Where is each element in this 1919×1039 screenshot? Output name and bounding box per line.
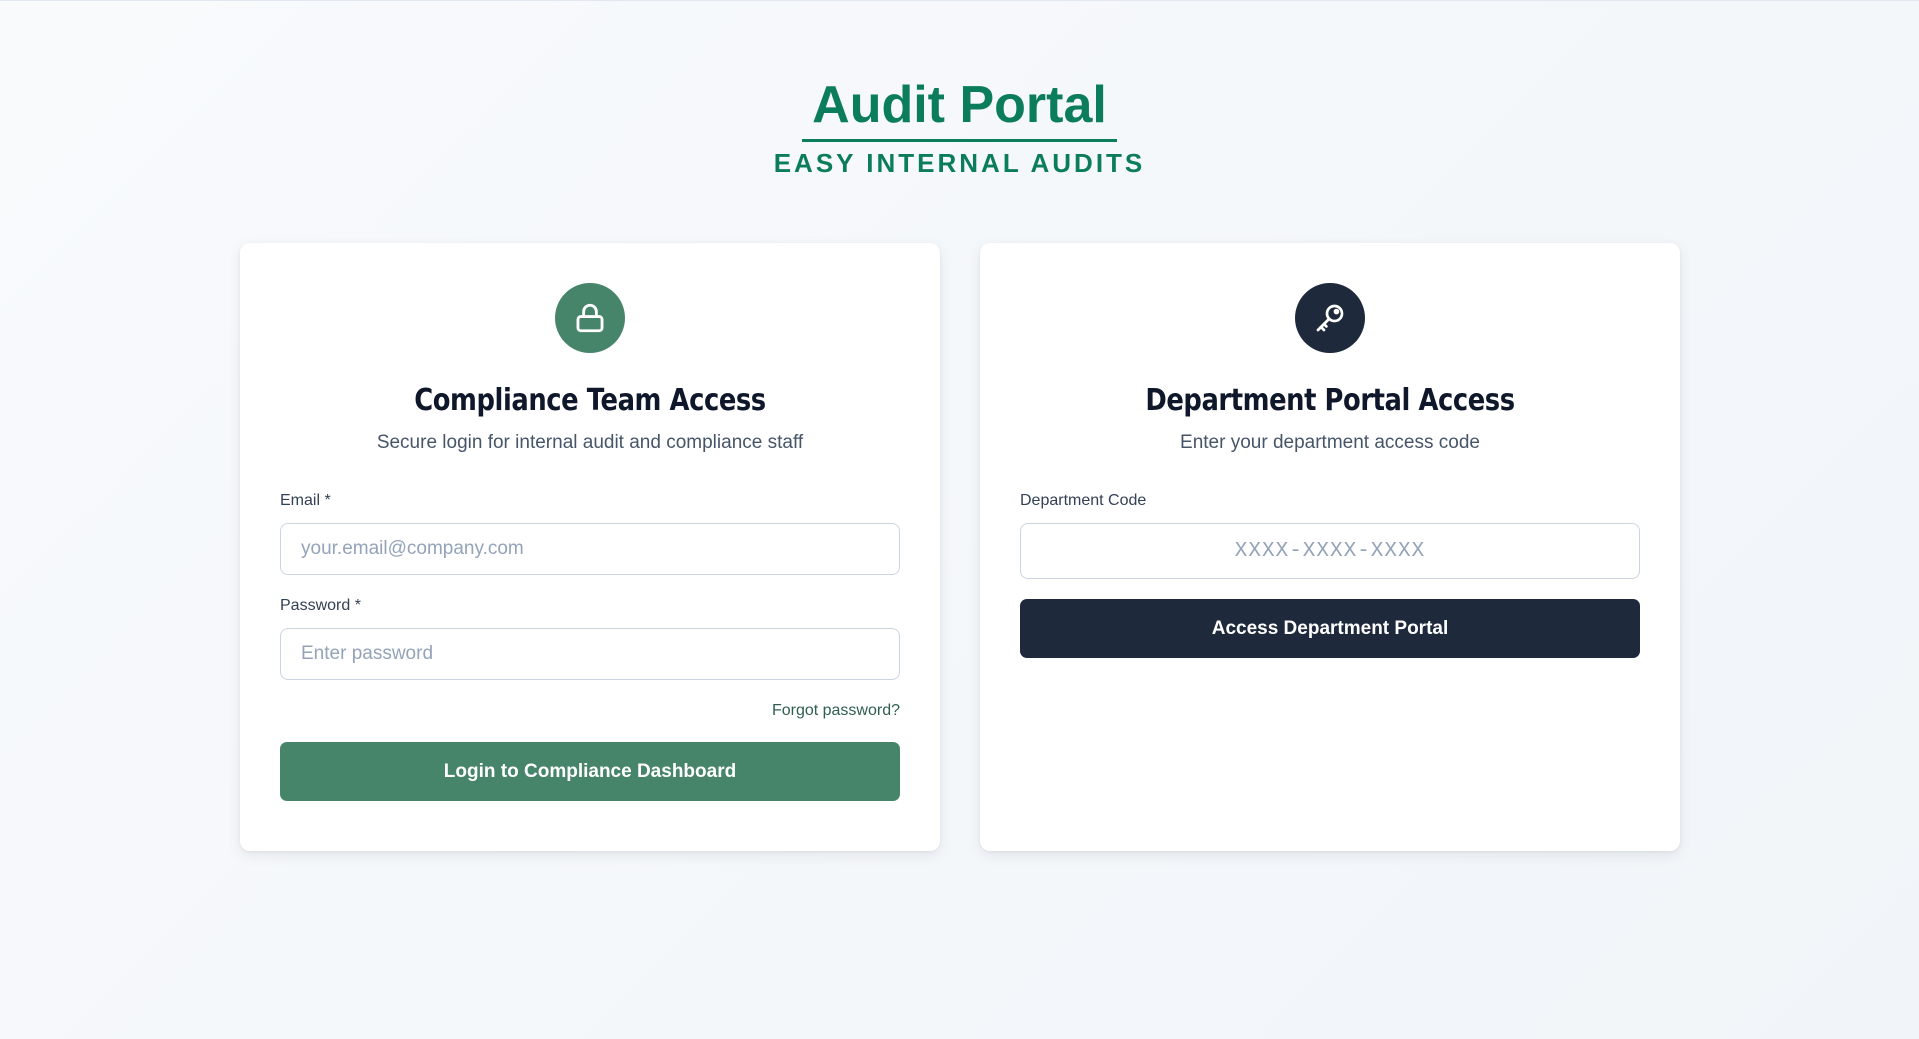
forgot-password-link[interactable]: Forgot password? xyxy=(772,702,900,719)
brand-header: Audit Portal EASY INTERNAL AUDITS xyxy=(0,75,1919,179)
department-code-label: Department Code xyxy=(1020,492,1147,509)
password-label: Password * xyxy=(280,597,361,614)
department-card-description: Enter your department access code xyxy=(1180,432,1480,453)
access-department-button[interactable]: Access Department Portal xyxy=(1020,599,1640,658)
department-access-card: Department Portal Access Enter your depa… xyxy=(980,243,1680,851)
department-card-title: Department Portal Access xyxy=(1145,383,1515,418)
app-tagline: EASY INTERNAL AUDITS xyxy=(773,148,1146,178)
department-code-field[interactable] xyxy=(1020,523,1640,579)
forgot-password-row: Forgot password? xyxy=(280,702,900,720)
app-title: Audit Portal xyxy=(802,75,1117,142)
compliance-card-title: Compliance Team Access xyxy=(414,383,766,418)
email-label: Email * xyxy=(280,492,331,509)
compliance-login-card: Compliance Team Access Secure login for … xyxy=(240,243,940,851)
key-icon xyxy=(1295,283,1365,353)
password-field[interactable] xyxy=(280,628,900,680)
lock-icon xyxy=(555,283,625,353)
email-field[interactable] xyxy=(280,523,900,575)
compliance-login-button[interactable]: Login to Compliance Dashboard xyxy=(280,742,900,801)
compliance-card-description: Secure login for internal audit and comp… xyxy=(376,432,804,453)
